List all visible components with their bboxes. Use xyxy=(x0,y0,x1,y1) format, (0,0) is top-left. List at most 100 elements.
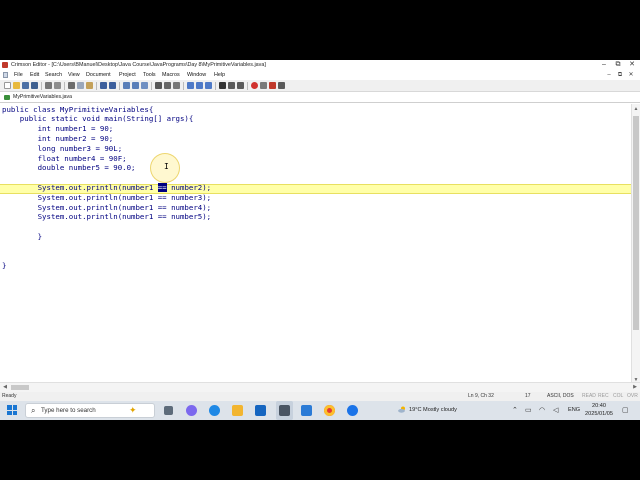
menu-window[interactable]: Window xyxy=(187,71,206,79)
code-line[interactable]: public class MyPrimitiveVariables{ xyxy=(2,105,153,115)
menu-view[interactable]: View xyxy=(68,71,80,79)
dir-tree-icon[interactable] xyxy=(278,82,285,89)
crimson-editor-taskbar-icon[interactable] xyxy=(279,405,290,416)
stop-macro-icon[interactable] xyxy=(260,82,267,89)
mail-icon[interactable] xyxy=(255,405,266,416)
save-icon[interactable] xyxy=(22,82,29,89)
code-line[interactable]: int number2 = 90; xyxy=(2,134,114,144)
menu-tools[interactable]: Tools xyxy=(143,71,156,79)
word-wrap-icon[interactable] xyxy=(173,82,180,89)
document-icon[interactable] xyxy=(3,72,8,78)
code-text: float number4 = 90F; xyxy=(2,153,127,163)
menu-help[interactable]: Help xyxy=(214,71,225,79)
open-folder-icon[interactable] xyxy=(13,82,20,89)
menu-edit[interactable]: Edit xyxy=(30,71,39,79)
record-macro-icon[interactable] xyxy=(251,82,258,89)
clock-date[interactable]: 2025/01/05 xyxy=(585,410,613,418)
print-icon[interactable] xyxy=(45,82,52,89)
code-line[interactable]: int number1 = 90; xyxy=(2,124,114,134)
toggle-bookmark-icon[interactable] xyxy=(187,82,194,89)
toolbar-separator xyxy=(119,82,120,90)
vscode-icon[interactable] xyxy=(301,405,312,416)
play-macro-icon[interactable] xyxy=(269,82,276,89)
vertical-scrollbar[interactable]: ▲ ▼ xyxy=(631,104,640,386)
menu-macros[interactable]: Macros xyxy=(162,71,180,79)
code-line[interactable]: long number3 = 90L; xyxy=(2,144,123,154)
vertical-scroll-thumb[interactable] xyxy=(633,116,639,330)
menu-project[interactable]: Project xyxy=(119,71,136,79)
network-icon[interactable]: ▭ xyxy=(525,406,532,415)
taskbar-search-input[interactable]: ⌕ Type here to search ✦ xyxy=(25,403,155,418)
copy-icon[interactable] xyxy=(77,82,84,89)
find-icon[interactable] xyxy=(123,82,130,89)
code-line[interactable]: System.out.println(number1 == number5); xyxy=(2,212,212,222)
task-view-icon[interactable] xyxy=(164,406,173,415)
code-line[interactable]: float number4 = 90F; xyxy=(2,154,127,164)
notifications-icon[interactable]: ▢ xyxy=(622,406,629,415)
print-preview-icon[interactable] xyxy=(54,82,61,89)
undo-icon[interactable] xyxy=(100,82,107,89)
clock-time[interactable]: 20:40 xyxy=(592,402,606,410)
horizontal-scroll-thumb[interactable] xyxy=(11,385,29,390)
horizontal-scrollbar[interactable]: ◀ ▶ xyxy=(0,382,640,392)
file-explorer-icon[interactable] xyxy=(232,405,243,416)
tab-myprimitivevariables[interactable]: MyPrimitiveVariables.java xyxy=(2,93,76,102)
menu-search[interactable]: Search xyxy=(45,71,62,79)
code-line[interactable]: System.out.println(number1 == number4); xyxy=(2,203,212,213)
mdi-close-button[interactable]: ✕ xyxy=(626,70,636,80)
code-line[interactable]: System.out.println(number1 == number2); xyxy=(2,182,212,193)
code-text: System.out.println(number1 == number5); xyxy=(2,212,212,222)
menu-document[interactable]: Document xyxy=(86,71,111,79)
status-flag-ovr: OVR xyxy=(627,393,638,399)
scroll-up-icon[interactable]: ▲ xyxy=(632,105,640,113)
code-text: number2); xyxy=(166,182,212,192)
maximize-button[interactable]: ⧉ xyxy=(612,60,624,70)
edge-icon[interactable] xyxy=(209,405,220,416)
code-line[interactable]: } xyxy=(2,232,42,242)
volume-icon[interactable]: ◁ xyxy=(553,406,558,415)
goto-icon[interactable] xyxy=(155,82,162,89)
settings-app-icon[interactable] xyxy=(347,405,358,416)
code-line[interactable]: System.out.println(number1 == number3); xyxy=(2,193,212,203)
cut-icon[interactable] xyxy=(68,82,75,89)
code-line[interactable]: double number5 = 90.0; xyxy=(2,163,136,173)
scroll-right-icon[interactable]: ▶ xyxy=(631,383,639,392)
chrome-icon[interactable] xyxy=(324,405,335,416)
code-line[interactable]: public static void main(String[] args){ xyxy=(2,114,194,124)
new-file-icon[interactable] xyxy=(4,82,11,89)
paste-icon[interactable] xyxy=(86,82,93,89)
scroll-left-icon[interactable]: ◀ xyxy=(1,383,9,392)
toolbar xyxy=(0,80,640,92)
copilot-icon[interactable] xyxy=(186,405,197,416)
close-button[interactable]: ✕ xyxy=(626,60,638,70)
search-highlights-icon: ✦ xyxy=(129,405,137,415)
tab-label: MyPrimitiveVariables.java xyxy=(13,94,72,100)
wifi-icon[interactable]: ◠ xyxy=(539,406,545,415)
column-mode-icon[interactable] xyxy=(164,82,171,89)
windows-start-icon[interactable] xyxy=(7,405,17,415)
mdi-restore-button[interactable]: ⧉ xyxy=(615,70,625,80)
weather-text[interactable]: 19°C Mostly cloudy xyxy=(409,406,457,414)
find-next-icon[interactable] xyxy=(132,82,139,89)
code-text: System.out.println(number1 xyxy=(2,182,158,192)
minimize-button[interactable]: – xyxy=(598,60,610,70)
selected-text: == xyxy=(157,182,167,192)
mdi-minimize-button[interactable]: – xyxy=(604,70,614,80)
toolbar-separator xyxy=(96,82,97,90)
language-indicator[interactable]: ENG xyxy=(568,406,580,414)
menu-file[interactable]: File xyxy=(14,71,23,79)
next-bookmark-icon[interactable] xyxy=(196,82,203,89)
unindent-icon[interactable] xyxy=(237,82,244,89)
code-text: public class MyPrimitiveVariables{ xyxy=(2,104,154,114)
word-wrap-w-icon[interactable] xyxy=(219,82,226,89)
replace-icon[interactable] xyxy=(141,82,148,89)
save-all-icon[interactable] xyxy=(31,82,38,89)
prev-bookmark-icon[interactable] xyxy=(205,82,212,89)
crimson-editor-app-icon[interactable] xyxy=(2,62,8,68)
indent-icon[interactable] xyxy=(228,82,235,89)
code-line[interactable]: } xyxy=(2,261,6,271)
menu-bar: File Edit Search View Document Project T… xyxy=(0,70,640,80)
code-editor[interactable]: public class MyPrimitiveVariables{ publi… xyxy=(0,104,631,386)
tray-overflow-icon[interactable]: ⌃ xyxy=(512,406,518,415)
redo-icon[interactable] xyxy=(109,82,116,89)
